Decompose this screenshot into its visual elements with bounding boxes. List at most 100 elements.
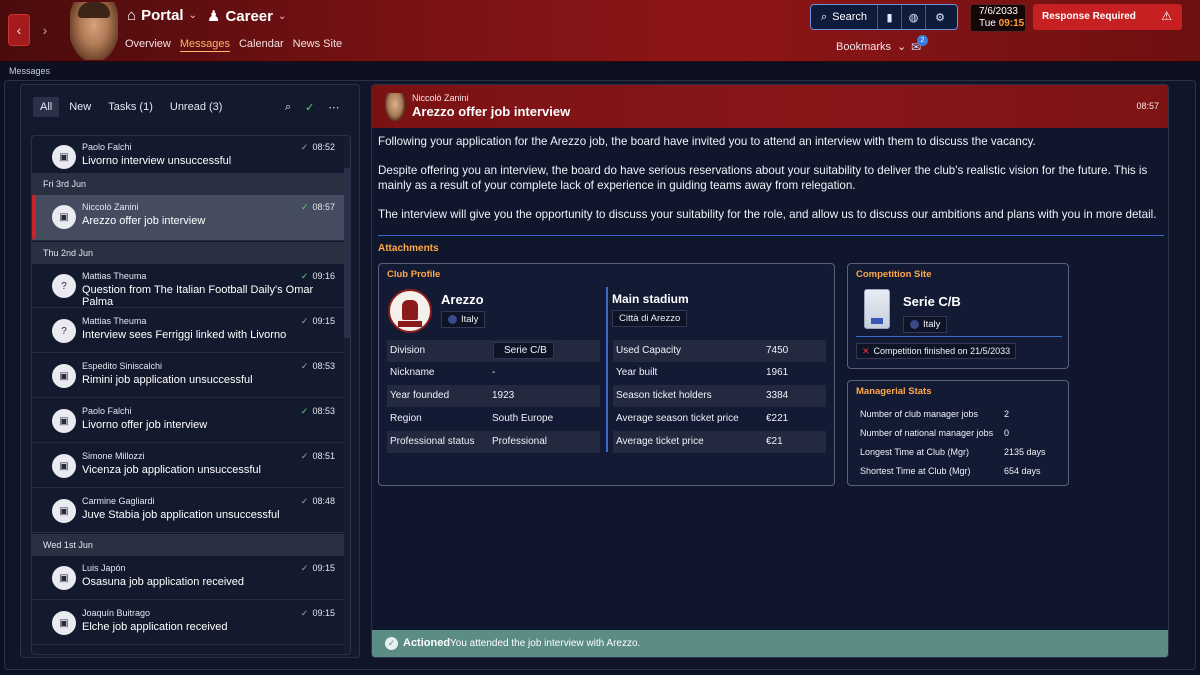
read-check-icon: ✓ — [300, 451, 309, 461]
list-scrollbar[interactable] — [344, 136, 350, 654]
filter-unread[interactable]: Unread (3) — [163, 97, 230, 117]
message-subject: Livorno offer job interview — [82, 419, 208, 431]
current-date: 7/6/2033 — [979, 6, 1018, 17]
list-item[interactable]: ▣ Simone Millozzi Vicenza job applicatio… — [32, 444, 345, 488]
message-time: 09:15 — [312, 608, 335, 618]
club-info-row: Year founded 1923 — [387, 385, 600, 407]
bookmarks-menu[interactable]: Bookmarks ⌄ — [836, 40, 906, 54]
message-sender: Niccolò Zanini — [82, 202, 139, 212]
row-label: Average season ticket price — [616, 413, 739, 424]
competition-logo-icon[interactable] — [864, 289, 890, 329]
read-check-icon: ✓ — [300, 608, 309, 618]
list-item[interactable]: ▣ Luis Japón Osasuna job application rec… — [32, 556, 345, 600]
settings-button[interactable]: ⚙ — [926, 5, 954, 29]
message-detail: Niccolò Zanini Arezzo offer job intervie… — [371, 84, 1169, 658]
club-profile-title: Club Profile — [387, 269, 441, 280]
inbox-button[interactable]: ✉ 2 — [911, 35, 929, 54]
club-crest-icon[interactable] — [388, 289, 432, 333]
inbox-count-badge: 2 — [917, 35, 928, 46]
list-item-selected[interactable]: ▣ Niccolò Zanini Arezzo offer job interv… — [32, 195, 345, 241]
filter-tasks[interactable]: Tasks (1) — [101, 97, 160, 117]
message-subject: Arezzo offer job interview — [82, 215, 206, 227]
division-chip[interactable]: Serie C/B — [493, 342, 554, 359]
response-label: Response Required — [1042, 11, 1136, 22]
career-menu[interactable]: ♟ Career ⌄ — [207, 7, 286, 26]
sender-avatar[interactable] — [385, 93, 405, 121]
message-header: Niccolò Zanini Arezzo offer job intervie… — [372, 85, 1168, 128]
globe-button[interactable]: ◍ — [902, 5, 927, 29]
competition-card[interactable]: Competition Site Serie C/B Italy ✕ Compe… — [847, 263, 1069, 369]
row-label: Average ticket price — [616, 436, 704, 447]
manager-avatar[interactable] — [70, 2, 118, 60]
filter-new[interactable]: New — [62, 97, 98, 117]
page-title: Messages — [9, 66, 51, 76]
tab-messages[interactable]: Messages — [179, 38, 230, 52]
competition-name[interactable]: Serie C/B — [903, 294, 961, 309]
message-paragraph: Following your application for the Arezz… — [378, 135, 1036, 148]
message-title: Arezzo offer job interview — [412, 104, 571, 119]
mark-read-icon[interactable]: ✓ — [305, 101, 314, 114]
division-value: Serie C/B — [504, 345, 547, 356]
message-list: ▣ Paolo Falchi Livorno interview unsucce… — [31, 135, 351, 655]
row-value: €21 — [766, 436, 783, 447]
competition-nation-chip[interactable]: Italy — [903, 316, 948, 333]
search-icon[interactable]: ⌕ — [285, 101, 291, 114]
list-item[interactable]: ▣ Carmine Gagliardi Juve Stabia job appl… — [32, 489, 345, 533]
read-check-icon: ✓ — [300, 271, 309, 281]
club-profile-card[interactable]: Club Profile Arezzo Italy Division Serie… — [378, 263, 835, 486]
message-time: 08:52 — [312, 142, 335, 152]
career-label: Career — [225, 7, 273, 25]
tab-news-site[interactable]: News Site — [293, 38, 343, 52]
row-label: Year built — [616, 367, 658, 378]
search-button[interactable]: ⌕ Search — [811, 5, 879, 29]
list-item[interactable]: ? Mattias Theuma Question from The Itali… — [32, 264, 345, 308]
message-time: 08:53 — [312, 406, 335, 416]
bookmark-button[interactable]: ▮ — [878, 5, 903, 29]
message-time: 08:51 — [312, 451, 335, 461]
row-label: Season ticket holders — [616, 390, 712, 401]
message-subject: Rimini job application unsuccessful — [82, 374, 253, 386]
date-display[interactable]: 7/6/2033 Tue 09:15 — [970, 4, 1026, 32]
date-separator: Thu 2nd Jun — [32, 242, 345, 264]
club-nation: Italy — [461, 314, 479, 325]
tab-overview[interactable]: Overview — [125, 38, 171, 52]
competition-status: ✕ Competition finished on 21/5/2033 — [856, 343, 1017, 359]
row-value: €221 — [766, 413, 789, 424]
club-nation-chip[interactable]: Italy — [441, 311, 486, 328]
list-item[interactable]: ▣ Paolo Falchi Livorno offer job intervi… — [32, 399, 345, 443]
stadium-name: Città di Arezzo — [619, 313, 681, 324]
read-check-icon: ✓ — [300, 406, 309, 416]
briefcase-icon: ▣ — [52, 145, 76, 169]
message-paragraph: The interview will give you the opportun… — [378, 208, 1157, 222]
back-button[interactable]: ‹ — [8, 14, 30, 46]
competition-card-title: Competition Site — [856, 269, 932, 280]
divider — [378, 235, 1164, 236]
question-icon: ? — [52, 319, 76, 343]
forward-button[interactable]: › — [34, 14, 56, 46]
list-item[interactable]: ▣ Espedito Siniscalchi Rimini job applic… — [32, 354, 345, 398]
club-info-row: Division Serie C/B — [387, 340, 600, 362]
portal-menu[interactable]: ⌂ Portal ⌄ — [127, 7, 197, 24]
stat-row: Longest Time at Club (Mgr) 2135 days — [860, 447, 1060, 457]
gear-icon: ⚙ — [935, 11, 945, 24]
message-time: 09:15 — [312, 316, 335, 326]
message-sender: Paolo Falchi — [82, 406, 132, 416]
filter-all[interactable]: All — [33, 97, 60, 117]
message-from[interactable]: Niccolò Zanini — [412, 93, 469, 103]
more-icon[interactable]: ⋯ — [328, 101, 339, 114]
list-scroll-thumb[interactable] — [344, 168, 350, 338]
club-name[interactable]: Arezzo — [441, 292, 484, 307]
stadium-name-chip[interactable]: Città di Arezzo — [612, 310, 688, 327]
briefcase-icon: ▣ — [52, 454, 76, 478]
date-separator: Fri 3rd Jun — [32, 173, 345, 195]
message-body: Following your application for the Arezz… — [378, 135, 1164, 238]
tab-calendar[interactable]: Calendar — [239, 38, 284, 52]
list-item[interactable]: ? Mattias Theuma Interview sees Ferriggi… — [32, 309, 345, 353]
message-sender: Carmine Gagliardi — [82, 496, 155, 506]
read-check-icon: ✓ — [300, 361, 309, 371]
italy-flag-icon — [448, 315, 457, 324]
list-item[interactable]: ▣ Joaquín Buitrago Elche job application… — [32, 601, 345, 645]
list-item[interactable]: ▣ — [32, 646, 345, 654]
stadium-info-row: Season ticket holders 3384 — [613, 385, 826, 407]
response-required-button[interactable]: Response Required ⚠ — [1033, 4, 1182, 30]
